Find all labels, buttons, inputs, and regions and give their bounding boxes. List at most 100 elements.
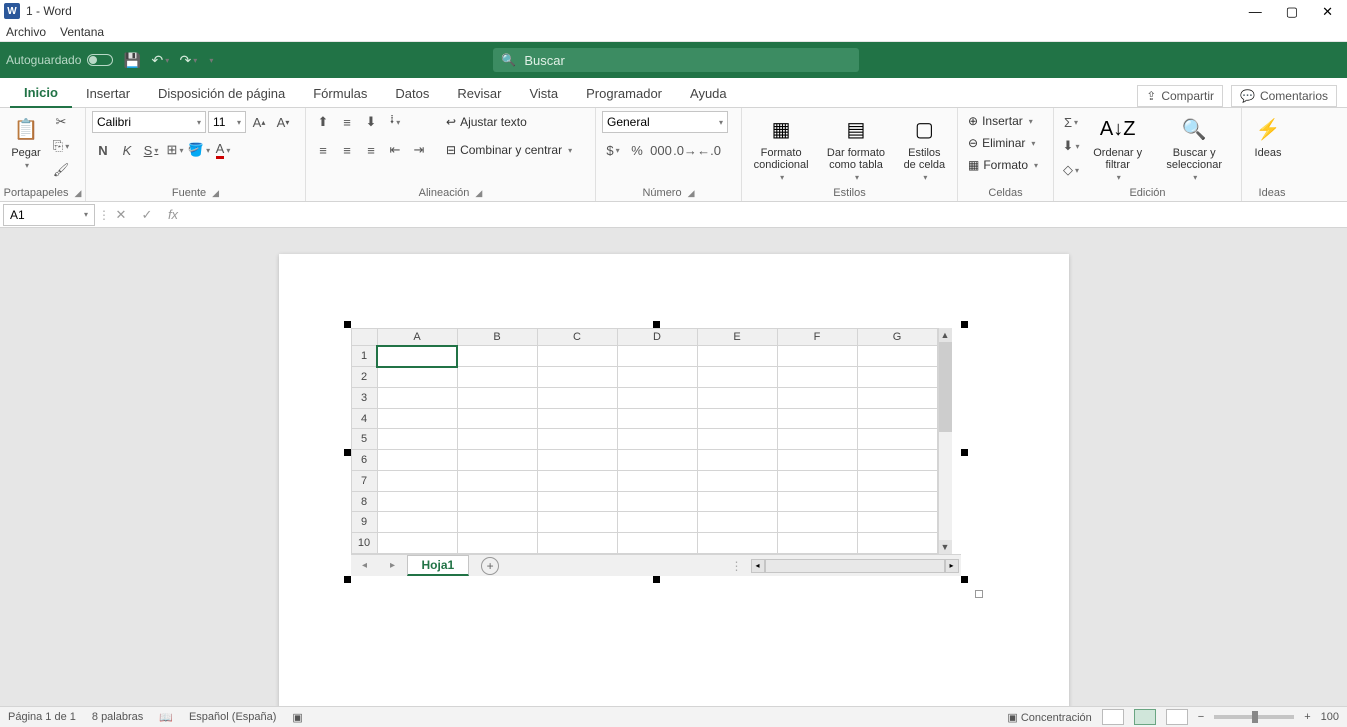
- sheet-nav-prev-icon[interactable]: ◂: [351, 560, 379, 571]
- paste-button[interactable]: 📋 Pegar ▾: [6, 111, 46, 172]
- horizontal-scrollbar[interactable]: [765, 559, 945, 573]
- cell[interactable]: [857, 367, 937, 388]
- align-center-icon[interactable]: ≡: [336, 139, 358, 161]
- cell[interactable]: [457, 533, 537, 554]
- cell[interactable]: [617, 346, 697, 367]
- cell[interactable]: [857, 408, 937, 429]
- increase-decimal-icon[interactable]: .0→: [674, 139, 696, 161]
- decrease-decimal-icon[interactable]: ←.0: [698, 139, 720, 161]
- cancel-formula-icon[interactable]: ✕: [111, 207, 131, 223]
- format-cells-button[interactable]: ▦Formato▾: [964, 155, 1042, 175]
- add-sheet-button[interactable]: +: [481, 557, 499, 575]
- cell[interactable]: [457, 346, 537, 367]
- bold-button[interactable]: N: [92, 139, 114, 161]
- tab-programador[interactable]: Programador: [572, 80, 676, 107]
- cell[interactable]: [777, 346, 857, 367]
- scroll-thumb[interactable]: [939, 342, 952, 432]
- row-header[interactable]: 7: [351, 470, 377, 491]
- orientation-icon[interactable]: ⭭▾: [384, 111, 406, 133]
- cell[interactable]: [857, 429, 937, 450]
- maximize-button[interactable]: ▢: [1286, 5, 1298, 18]
- tab-revisar[interactable]: Revisar: [443, 80, 515, 107]
- fill-icon[interactable]: ⬇▾: [1060, 135, 1082, 157]
- cell[interactable]: [697, 470, 777, 491]
- col-header[interactable]: C: [537, 329, 617, 346]
- embedded-spreadsheet[interactable]: A B C D E F G 1 2 3 4 5 6: [347, 324, 965, 580]
- name-box[interactable]: A1▾: [3, 204, 95, 226]
- spellcheck-icon[interactable]: 📖: [159, 711, 173, 724]
- cell[interactable]: [457, 450, 537, 471]
- cell[interactable]: [537, 408, 617, 429]
- vertical-scrollbar[interactable]: ▲ ▼: [938, 328, 952, 554]
- cell[interactable]: [697, 429, 777, 450]
- fx-icon[interactable]: fx: [163, 207, 183, 223]
- cell[interactable]: [537, 470, 617, 491]
- tab-vista[interactable]: Vista: [515, 80, 572, 107]
- cell[interactable]: [697, 512, 777, 533]
- close-button[interactable]: ✕: [1322, 5, 1333, 18]
- fill-color-icon[interactable]: 🪣▾: [188, 139, 210, 161]
- col-header[interactable]: B: [457, 329, 537, 346]
- comments-button[interactable]: 💬Comentarios: [1231, 85, 1337, 107]
- macro-record-icon[interactable]: ▣: [292, 711, 302, 724]
- cell[interactable]: [377, 512, 457, 533]
- cell-a1[interactable]: [377, 346, 457, 367]
- row-header[interactable]: 6: [351, 450, 377, 471]
- cell[interactable]: [537, 533, 617, 554]
- tab-ayuda[interactable]: Ayuda: [676, 80, 741, 107]
- cell[interactable]: [777, 491, 857, 512]
- redo-icon[interactable]: ↷▾: [179, 51, 197, 69]
- cell[interactable]: [377, 470, 457, 491]
- resize-handle[interactable]: [344, 321, 351, 328]
- row-header[interactable]: 2: [351, 367, 377, 388]
- align-left-icon[interactable]: ≡: [312, 139, 334, 161]
- cell[interactable]: [377, 491, 457, 512]
- font-size-combo[interactable]: 11▾: [208, 111, 246, 133]
- align-middle-icon[interactable]: ≡: [336, 111, 358, 133]
- scroll-up-icon[interactable]: ▲: [939, 328, 952, 342]
- scroll-right-icon[interactable]: ▸: [945, 559, 959, 573]
- spreadsheet-grid[interactable]: A B C D E F G 1 2 3 4 5 6: [351, 328, 938, 554]
- accounting-icon[interactable]: $▾: [602, 139, 624, 161]
- resize-handle[interactable]: [653, 321, 660, 328]
- select-all-corner[interactable]: [351, 329, 377, 346]
- cell[interactable]: [457, 367, 537, 388]
- cell[interactable]: [617, 512, 697, 533]
- resize-handle[interactable]: [961, 449, 968, 456]
- cell[interactable]: [777, 512, 857, 533]
- conditional-format-button[interactable]: ▦Formato condicional▾: [748, 111, 814, 184]
- cell[interactable]: [857, 346, 937, 367]
- number-format-combo[interactable]: General▾: [602, 111, 728, 133]
- zoom-level[interactable]: 100: [1321, 711, 1339, 723]
- delete-cells-button[interactable]: ⊖Eliminar▾: [964, 133, 1039, 153]
- cell[interactable]: [377, 533, 457, 554]
- formula-input[interactable]: [191, 204, 1347, 226]
- menu-archivo[interactable]: Archivo: [6, 25, 46, 39]
- increase-indent-icon[interactable]: ⇥: [408, 139, 430, 161]
- dialog-launcher-icon[interactable]: ◢: [74, 188, 81, 199]
- cell[interactable]: [777, 450, 857, 471]
- borders-icon[interactable]: ⊞▾: [164, 139, 186, 161]
- cell[interactable]: [537, 387, 617, 408]
- cell[interactable]: [537, 512, 617, 533]
- align-top-icon[interactable]: ⬆: [312, 111, 334, 133]
- focus-mode-button[interactable]: ▣ Concentración: [1007, 711, 1091, 724]
- cell[interactable]: [457, 512, 537, 533]
- cell[interactable]: [857, 450, 937, 471]
- format-painter-icon[interactable]: 🖌: [50, 159, 72, 181]
- qat-customize-icon[interactable]: ▾: [209, 56, 213, 65]
- cell[interactable]: [377, 367, 457, 388]
- cell[interactable]: [537, 429, 617, 450]
- autosum-icon[interactable]: Σ▾: [1060, 111, 1082, 133]
- col-header[interactable]: E: [697, 329, 777, 346]
- underline-button[interactable]: S▾: [140, 139, 162, 161]
- status-page[interactable]: Página 1 de 1: [8, 711, 76, 723]
- status-words[interactable]: 8 palabras: [92, 711, 143, 723]
- row-header[interactable]: 10: [351, 533, 377, 554]
- col-header[interactable]: D: [617, 329, 697, 346]
- find-select-button[interactable]: 🔍Buscar y seleccionar▾: [1153, 111, 1235, 184]
- cell[interactable]: [697, 367, 777, 388]
- resize-handle[interactable]: [344, 576, 351, 583]
- decrease-font-icon[interactable]: A▾: [272, 111, 294, 133]
- row-header[interactable]: 8: [351, 491, 377, 512]
